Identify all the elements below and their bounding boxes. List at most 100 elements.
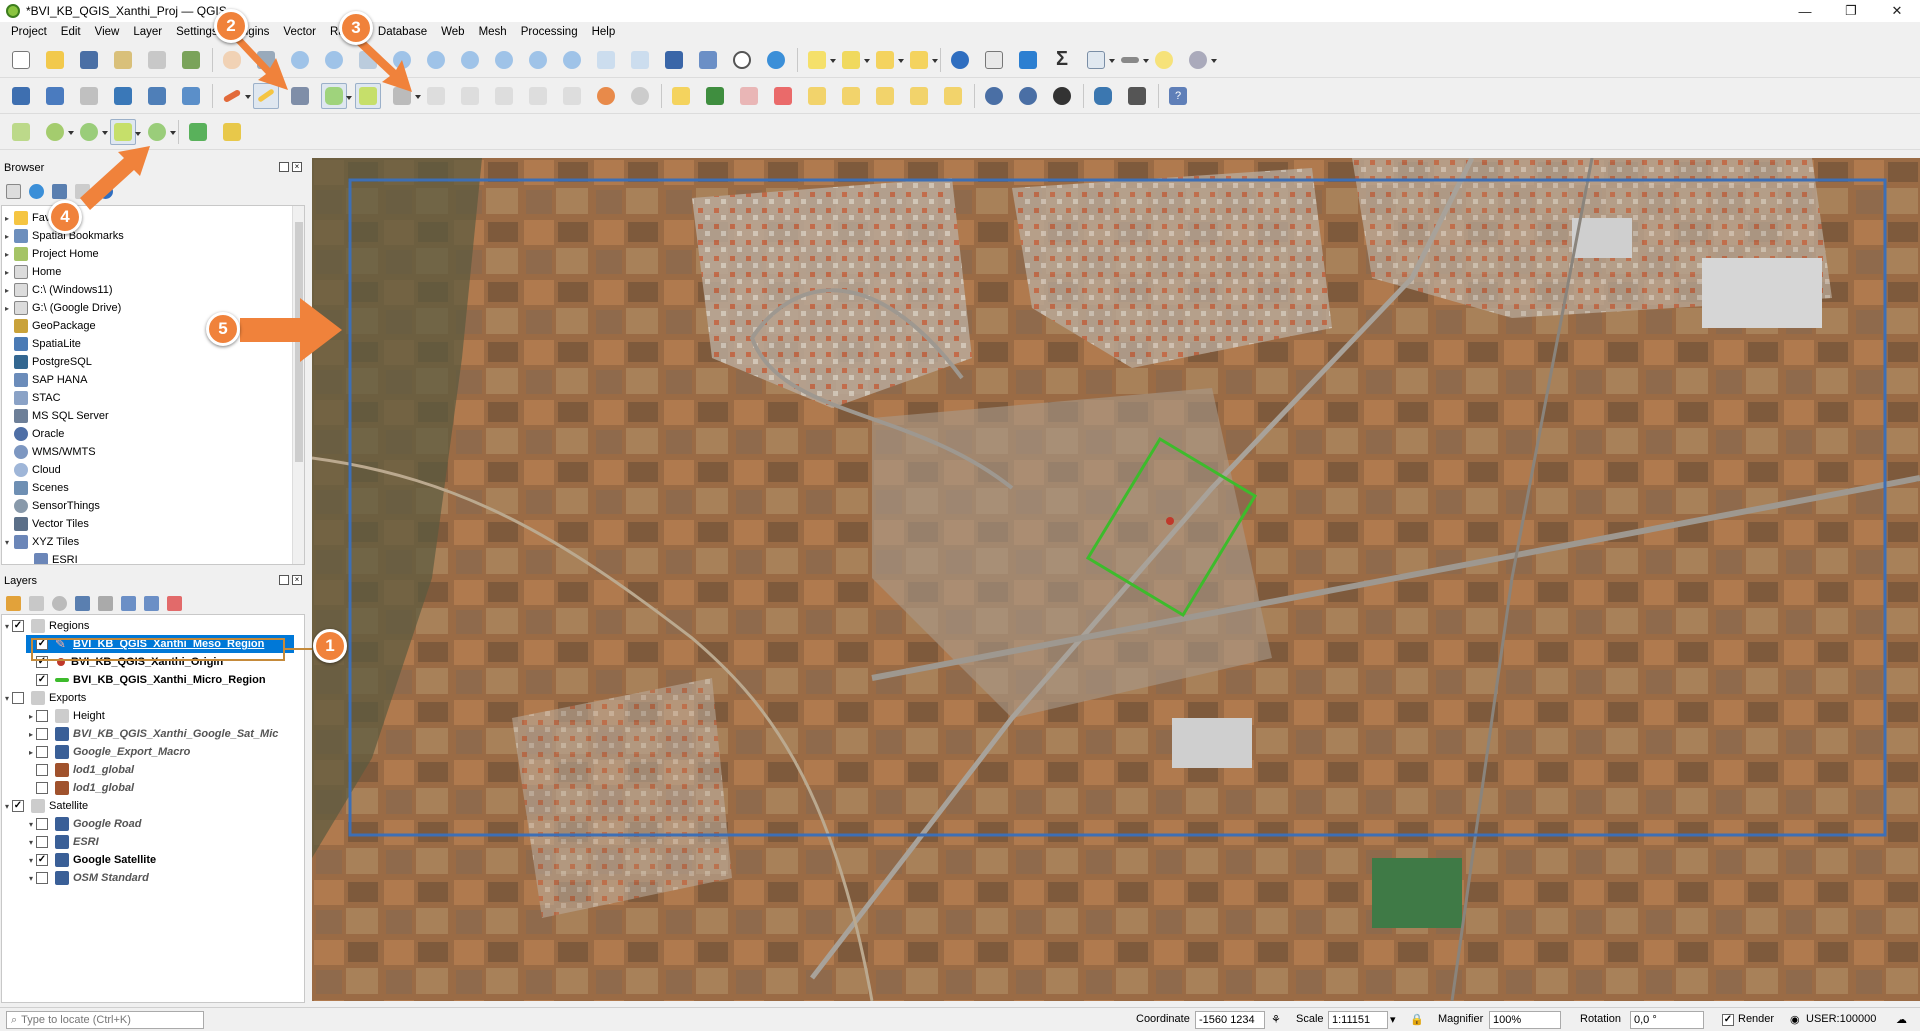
quickmapservices-icon[interactable] xyxy=(1049,83,1075,109)
zoom-next-icon[interactable] xyxy=(559,47,585,73)
open-layer-styling-icon[interactable] xyxy=(6,595,21,611)
browser-item[interactable]: ▸ Home xyxy=(2,263,61,281)
layer-row-height[interactable]: ▸ Height xyxy=(26,707,105,725)
offset-curve-icon[interactable] xyxy=(144,119,176,145)
layer-checkbox[interactable]: ✓ xyxy=(12,800,24,812)
layer-checkbox[interactable] xyxy=(36,818,48,830)
add-part-icon[interactable] xyxy=(42,119,74,145)
zoom-full-icon[interactable] xyxy=(389,47,415,73)
minimize-button[interactable]: — xyxy=(1782,0,1828,22)
measure-line-icon[interactable] xyxy=(1117,47,1149,73)
layer-checkbox[interactable] xyxy=(12,692,24,704)
reshape-features-icon[interactable] xyxy=(76,119,108,145)
layer-checkbox[interactable] xyxy=(36,728,48,740)
browser-item[interactable]: SpatiaLite xyxy=(2,335,81,353)
select-location-icon[interactable] xyxy=(906,47,938,73)
browser-item[interactable]: Oracle xyxy=(2,425,64,443)
layer-checkbox[interactable] xyxy=(36,836,48,848)
browser-item[interactable]: SAP HANA xyxy=(2,371,87,389)
browser-item[interactable]: PostgreSQL xyxy=(2,353,92,371)
layer-row-google-road[interactable]: ▾ Google Road xyxy=(26,815,141,833)
browser-item[interactable]: ▾ XYZ Tiles xyxy=(2,533,79,551)
manage-map-themes-icon[interactable] xyxy=(52,595,67,611)
attribute-table-icon[interactable] xyxy=(981,47,1007,73)
layer-row-google-export-macro[interactable]: ▸ Google_Export_Macro xyxy=(26,743,190,761)
scale-dropdown-icon[interactable]: ▾ xyxy=(1390,1013,1396,1026)
new-temporary-layer-icon[interactable] xyxy=(178,83,204,109)
highlight-pinned-labels-icon[interactable] xyxy=(736,83,762,109)
move-label-icon[interactable] xyxy=(838,83,864,109)
layer-checkbox[interactable]: ✓ xyxy=(36,638,48,650)
change-label-icon[interactable] xyxy=(906,83,932,109)
render-checkbox[interactable]: ✓ xyxy=(1722,1014,1734,1026)
layer-row-esri[interactable]: ▾ ESRI xyxy=(26,833,99,851)
browser-item[interactable]: Vector Tiles xyxy=(2,515,89,533)
delete-selected-icon[interactable] xyxy=(423,83,449,109)
refresh-icon[interactable] xyxy=(763,47,789,73)
map-tips-icon[interactable] xyxy=(1151,47,1177,73)
deselect-features-icon[interactable] xyxy=(872,47,904,73)
statistical-summary-icon[interactable]: Σ xyxy=(1049,47,1075,73)
zoom-in-icon[interactable] xyxy=(287,47,313,73)
rotation-field[interactable]: 0,0 ° xyxy=(1630,1011,1704,1029)
new-shapefile-layer-icon[interactable] xyxy=(76,83,102,109)
style-manager-icon[interactable] xyxy=(178,47,204,73)
layer-row-osm-standard[interactable]: ▾ OSM Standard xyxy=(26,869,149,887)
toggle-extents-icon[interactable]: ⚘ xyxy=(1271,1013,1281,1026)
model-designer-icon[interactable] xyxy=(219,119,245,145)
delete-feature-icon[interactable] xyxy=(457,83,483,109)
zoom-last-icon[interactable] xyxy=(525,47,551,73)
split-features-icon[interactable] xyxy=(110,118,141,145)
browser-item[interactable]: ▸ C:\ (Windows11) xyxy=(2,281,112,299)
field-calculator-icon[interactable] xyxy=(1015,47,1041,73)
label-properties-icon[interactable] xyxy=(940,83,966,109)
zoom-rubberband-icon[interactable] xyxy=(355,47,381,73)
crs-icon[interactable]: ◉ xyxy=(1790,1013,1800,1026)
menu-vector[interactable]: Vector xyxy=(276,26,323,38)
layer-checkbox[interactable]: ✓ xyxy=(36,656,48,668)
scale-field[interactable]: 1:11151 xyxy=(1328,1011,1388,1029)
new-bookmark-icon[interactable] xyxy=(661,47,687,73)
new-virtual-layer-icon[interactable] xyxy=(144,83,170,109)
enable-properties-icon[interactable] xyxy=(98,183,113,199)
zoom-layer-icon[interactable] xyxy=(457,47,483,73)
paste-features-icon[interactable] xyxy=(559,83,585,109)
layer-row-origin[interactable]: ✓ BVI_KB_QGIS_Xanthi_Origin xyxy=(26,653,223,671)
show-hide-labels-icon[interactable] xyxy=(804,83,830,109)
collapse-all-icon[interactable] xyxy=(75,183,90,199)
modify-attributes-icon[interactable] xyxy=(389,83,421,109)
menu-mesh[interactable]: Mesh xyxy=(472,26,514,38)
filter-expression-icon[interactable] xyxy=(98,595,113,611)
menu-web[interactable]: Web xyxy=(434,26,471,38)
float-panel-icon[interactable] xyxy=(279,575,289,585)
current-edits-icon[interactable] xyxy=(219,83,251,109)
menu-layer[interactable]: Layer xyxy=(126,26,169,38)
remove-layer-icon[interactable] xyxy=(167,595,182,611)
lock-scale-icon[interactable]: 🔒 xyxy=(1410,1013,1424,1026)
layer-group-regions[interactable]: ▾ ✓ Regions xyxy=(2,617,89,635)
temporal-controller-icon[interactable] xyxy=(729,47,755,73)
browser-item[interactable]: SensorThings xyxy=(2,497,100,515)
layer-checkbox[interactable] xyxy=(36,782,48,794)
magnifier-field[interactable]: 100% xyxy=(1489,1011,1561,1029)
layer-group-satellite[interactable]: ▾ ✓ Satellite xyxy=(2,797,88,815)
coordinate-field[interactable]: -1560 1234 xyxy=(1195,1011,1265,1029)
filter-legend-icon[interactable] xyxy=(75,595,90,611)
menu-database[interactable]: Database xyxy=(371,26,434,38)
refresh-browser-icon[interactable] xyxy=(29,183,44,199)
select-features-icon[interactable] xyxy=(804,47,836,73)
toggle-editing-icon[interactable] xyxy=(253,82,279,109)
browser-item[interactable]: ESRI xyxy=(22,551,78,564)
zoom-native-icon[interactable] xyxy=(491,47,517,73)
browser-item[interactable]: WMS/WMTS xyxy=(2,443,96,461)
layer-checkbox[interactable]: ✓ xyxy=(12,620,24,632)
processing-toolbox-icon[interactable] xyxy=(185,119,211,145)
layer-checkbox[interactable] xyxy=(36,710,48,722)
copy-features-icon[interactable] xyxy=(525,83,551,109)
new-map-view-icon[interactable] xyxy=(593,47,619,73)
pan-map-icon[interactable] xyxy=(219,47,245,73)
menu-help[interactable]: Help xyxy=(585,26,623,38)
rotate-label-icon[interactable] xyxy=(872,83,898,109)
maximize-button[interactable]: ❐ xyxy=(1828,0,1874,22)
browser-item[interactable]: MS SQL Server xyxy=(2,407,109,425)
